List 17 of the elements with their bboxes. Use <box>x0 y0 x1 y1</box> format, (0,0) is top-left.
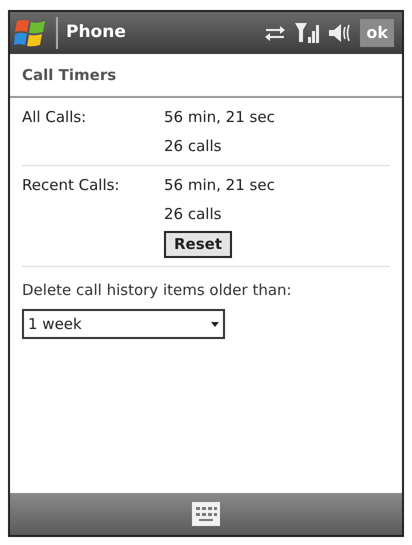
keyboard-icon[interactable] <box>192 502 220 526</box>
dropdown-caret-icon <box>211 322 219 326</box>
timer-label: Recent Calls: <box>22 175 120 196</box>
call-count: 26 calls <box>164 204 222 224</box>
connectivity-arrows-icon <box>264 24 286 42</box>
window-title: Phone <box>66 21 127 44</box>
reset-button[interactable]: Reset <box>164 231 232 258</box>
timer-label: All Calls: <box>22 107 88 128</box>
call-count: 26 calls <box>164 136 222 156</box>
history-dropdown[interactable]: 1 week <box>22 309 225 339</box>
call-duration: 56 min, 21 sec <box>164 175 275 196</box>
speaker-icon <box>328 22 352 44</box>
signal-icon <box>294 21 320 45</box>
windows-logo-icon[interactable] <box>14 18 48 48</box>
history-label: Delete call history items older than: <box>22 280 293 300</box>
page-header: Call Timers <box>22 64 116 86</box>
call-duration: 56 min, 21 sec <box>164 107 275 128</box>
